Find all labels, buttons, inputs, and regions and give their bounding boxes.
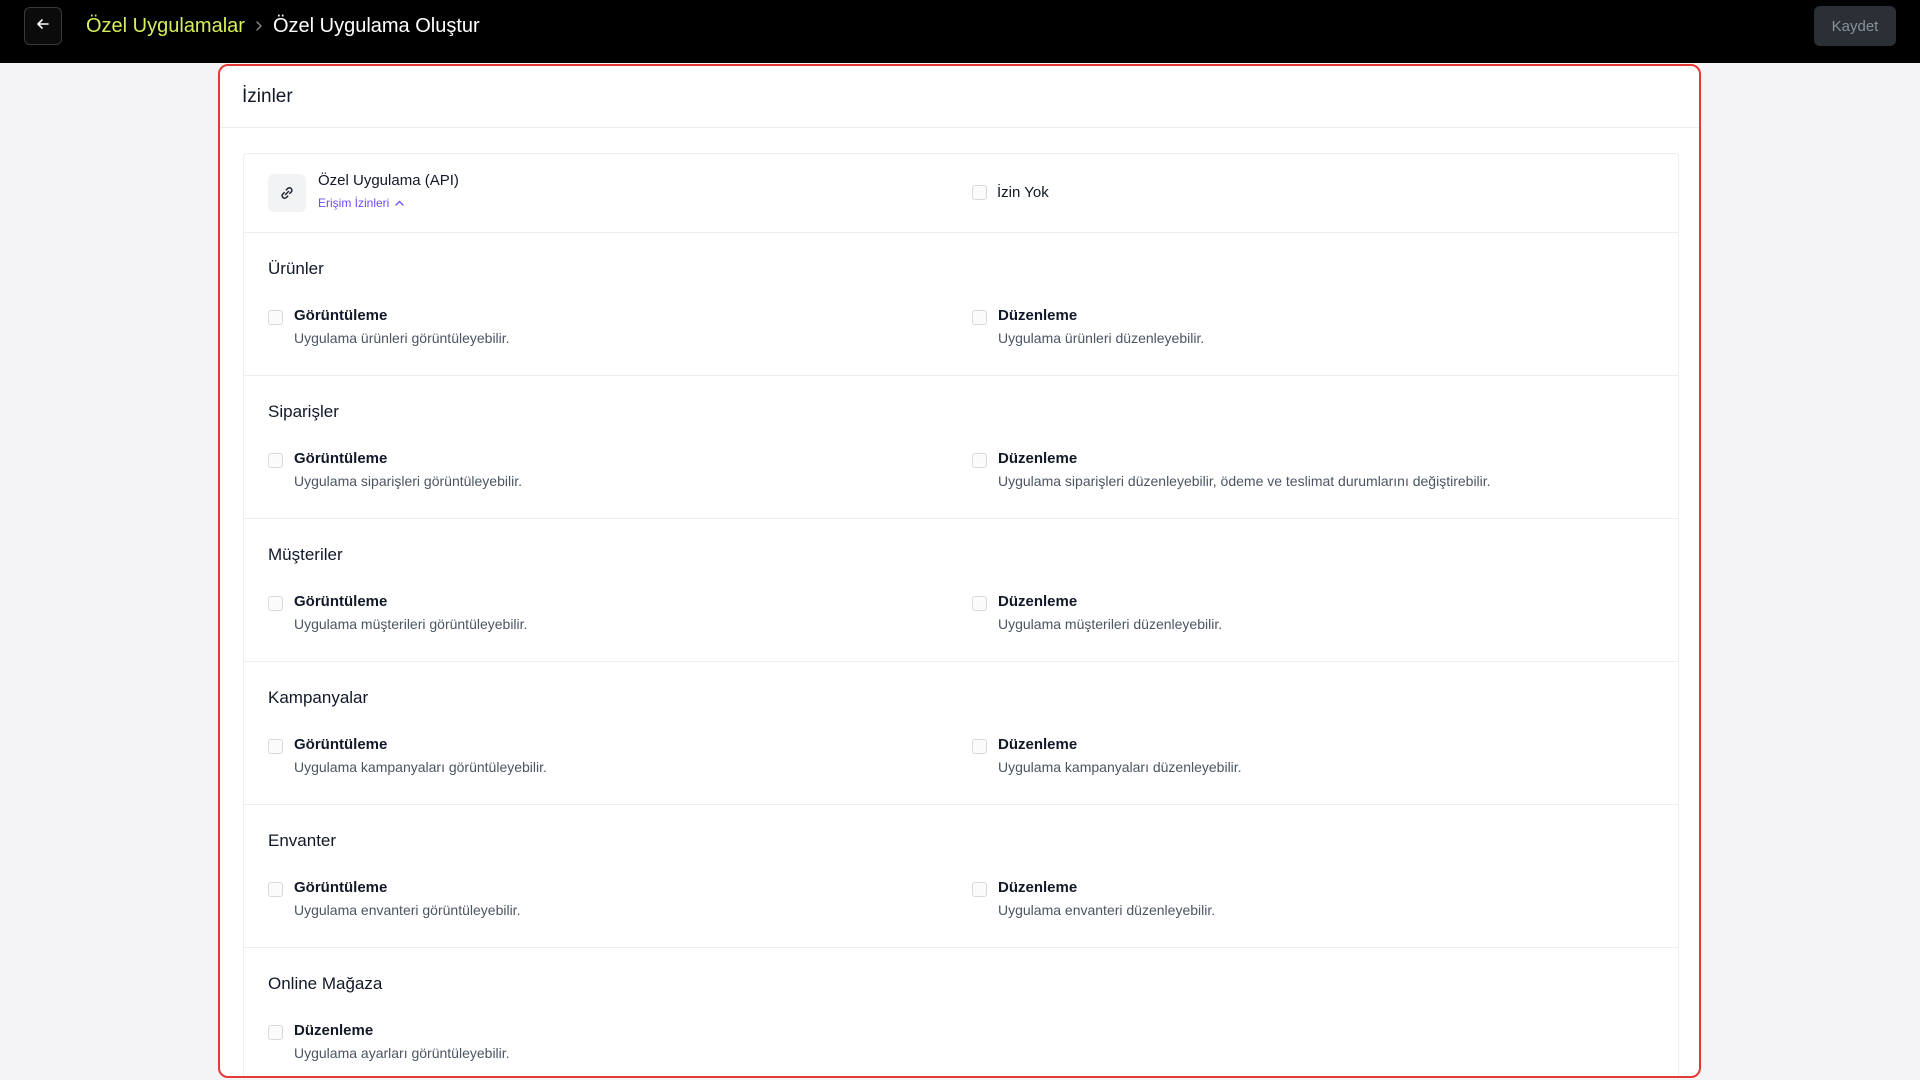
no-permission-checkbox[interactable] bbox=[972, 185, 987, 200]
campaigns-edit-option: Düzenleme Uygulama kampanyaları düzenley… bbox=[972, 736, 1242, 775]
inventory-view-checkbox[interactable] bbox=[268, 882, 283, 897]
customers-edit-option: Düzenleme Uygulama müşterileri düzenleye… bbox=[972, 593, 1222, 632]
inventory-view-option: Görüntüleme Uygulama envanteri görüntüle… bbox=[268, 879, 520, 918]
option-description: Uygulama müşterileri görüntüleyebilir. bbox=[294, 616, 528, 632]
section-title: Online Mağaza bbox=[268, 974, 383, 993]
campaigns-edit-checkbox[interactable] bbox=[972, 739, 987, 754]
section-inventory: Envanter Görüntüleme Uygulama envanteri … bbox=[244, 805, 1678, 948]
breadcrumb-custom-apps-link[interactable]: Özel Uygulamalar bbox=[86, 15, 245, 38]
api-row: Özel Uygulama (API) Erişim İzinleri İzin… bbox=[244, 154, 1678, 233]
option-label: Düzenleme bbox=[998, 879, 1078, 896]
section-customers: Müşteriler Görüntüleme Uygulama müşteril… bbox=[244, 519, 1678, 662]
api-title: Özel Uygulama (API) bbox=[318, 172, 459, 189]
option-description: Uygulama envanteri görüntüleyebilir. bbox=[294, 902, 521, 918]
option-description: Uygulama müşterileri düzenleyebilir. bbox=[998, 616, 1223, 632]
orders-view-checkbox[interactable] bbox=[268, 453, 283, 468]
section-orders: Siparişler Görüntüleme Uygulama siparişl… bbox=[244, 376, 1678, 519]
panel-title: İzinler bbox=[220, 66, 1699, 128]
option-label: Düzenleme bbox=[294, 1022, 374, 1039]
option-description: Uygulama kampanyaları düzenleyebilir. bbox=[998, 759, 1242, 775]
products-view-option: Görüntüleme Uygulama ürünleri görüntüley… bbox=[268, 307, 510, 346]
option-label: Düzenleme bbox=[998, 593, 1078, 610]
section-online-store: Online Mağaza Düzenleme Uygulama ayarlar… bbox=[244, 948, 1678, 1076]
inventory-edit-checkbox[interactable] bbox=[972, 882, 987, 897]
breadcrumb: Özel Uygulamalar Özel Uygulama Oluştur bbox=[86, 12, 480, 40]
section-campaigns: Kampanyalar Görüntüleme Uygulama kampany… bbox=[244, 662, 1678, 805]
campaigns-view-option: Görüntüleme Uygulama kampanyaları görünt… bbox=[268, 736, 547, 775]
campaigns-view-checkbox[interactable] bbox=[268, 739, 283, 754]
section-title: Kampanyalar bbox=[268, 688, 369, 707]
section-title: Müşteriler bbox=[268, 545, 343, 564]
orders-edit-option: Düzenleme Uygulama siparişleri düzenleye… bbox=[972, 450, 1491, 489]
option-description: Uygulama siparişleri görüntüleyebilir. bbox=[294, 473, 522, 489]
customers-view-option: Görüntüleme Uygulama müşterileri görüntü… bbox=[268, 593, 527, 632]
option-description: Uygulama ürünleri düzenleyebilir. bbox=[998, 330, 1205, 346]
products-view-checkbox[interactable] bbox=[268, 310, 283, 325]
chevron-right-icon bbox=[255, 20, 263, 32]
online-store-edit-option: Düzenleme Uygulama ayarları görüntüleyeb… bbox=[268, 1022, 510, 1061]
online-store-edit-checkbox[interactable] bbox=[268, 1025, 283, 1040]
option-label: Görüntüleme bbox=[294, 450, 388, 467]
access-permissions-toggle[interactable]: Erişim İzinleri bbox=[318, 196, 404, 210]
permissions-list: Özel Uygulama (API) Erişim İzinleri İzin… bbox=[243, 153, 1679, 1076]
option-label: Düzenleme bbox=[998, 736, 1078, 753]
option-label: Düzenleme bbox=[998, 307, 1078, 324]
no-permission-label: İzin Yok bbox=[997, 184, 1049, 201]
no-permission-option: İzin Yok bbox=[972, 184, 1049, 201]
arrow-left-icon bbox=[36, 17, 50, 36]
option-label: Görüntüleme bbox=[294, 307, 388, 324]
orders-view-option: Görüntüleme Uygulama siparişleri görüntü… bbox=[268, 450, 522, 489]
back-button[interactable] bbox=[24, 7, 62, 45]
option-label: Görüntüleme bbox=[294, 736, 388, 753]
customers-edit-checkbox[interactable] bbox=[972, 596, 987, 611]
access-permissions-label: Erişim İzinleri bbox=[318, 196, 390, 210]
option-label: Düzenleme bbox=[998, 450, 1078, 467]
inventory-edit-option: Düzenleme Uygulama envanteri düzenleyebi… bbox=[972, 879, 1215, 918]
products-edit-checkbox[interactable] bbox=[972, 310, 987, 325]
section-title: Siparişler bbox=[268, 402, 339, 421]
link-icon bbox=[268, 174, 306, 212]
option-description: Uygulama kampanyaları görüntüleyebilir. bbox=[294, 759, 547, 775]
section-title: Envanter bbox=[268, 831, 337, 850]
top-bar: Özel Uygulamalar Özel Uygulama Oluştur K… bbox=[0, 0, 1920, 63]
products-edit-option: Düzenleme Uygulama ürünleri düzenleyebil… bbox=[972, 307, 1204, 346]
save-button[interactable]: Kaydet bbox=[1814, 6, 1896, 46]
option-description: Uygulama siparişleri düzenleyebilir, öde… bbox=[998, 473, 1491, 489]
page-title: Özel Uygulama Oluştur bbox=[272, 14, 480, 37]
chevron-up-icon bbox=[395, 200, 404, 206]
option-description: Uygulama ayarları görüntüleyebilir. bbox=[294, 1045, 510, 1061]
customers-view-checkbox[interactable] bbox=[268, 596, 283, 611]
permissions-panel: İzinler Özel Uygulama (API) Erişim İzinl… bbox=[218, 64, 1701, 1078]
section-products: Ürünler Görüntüleme Uygulama ürünleri gö… bbox=[244, 233, 1678, 376]
option-label: Görüntüleme bbox=[294, 593, 388, 610]
option-description: Uygulama envanteri düzenleyebilir. bbox=[998, 902, 1216, 918]
option-description: Uygulama ürünleri görüntüleyebilir. bbox=[294, 330, 510, 346]
section-title: Ürünler bbox=[268, 259, 324, 278]
option-label: Görüntüleme bbox=[294, 879, 388, 896]
orders-edit-checkbox[interactable] bbox=[972, 453, 987, 468]
